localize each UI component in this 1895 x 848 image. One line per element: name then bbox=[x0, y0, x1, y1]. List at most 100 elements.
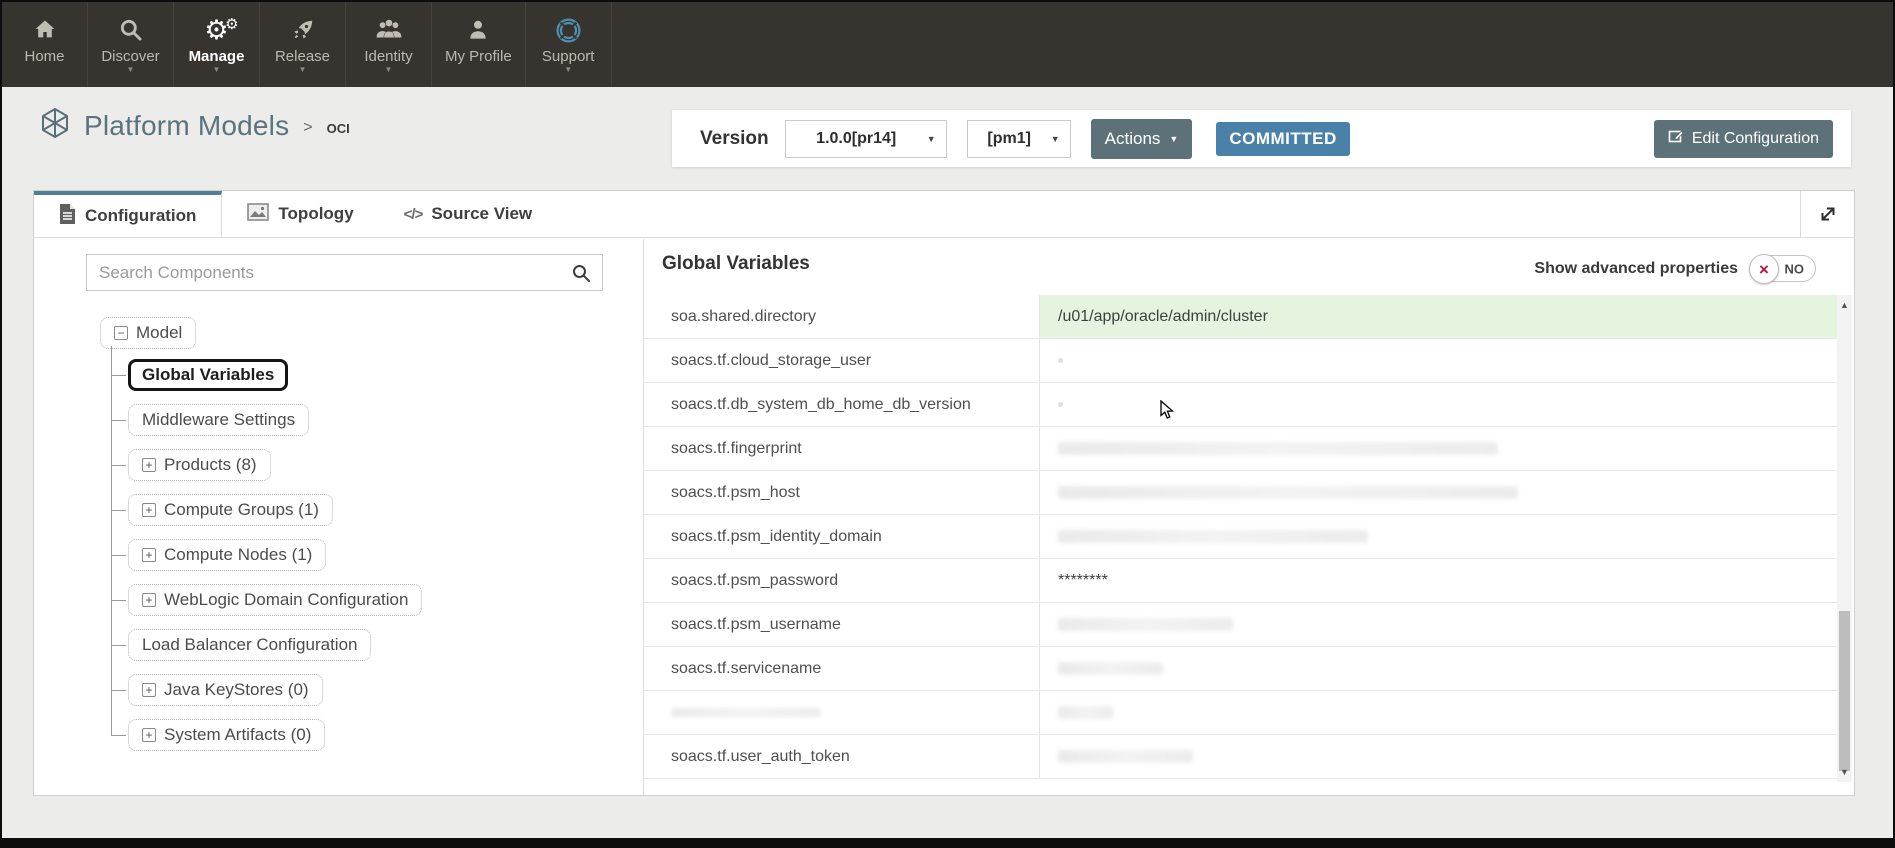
tree-node-middleware-settings[interactable]: Middleware Settings bbox=[128, 404, 309, 436]
global-variables-table: soa.shared.directory /u01/app/oracle/adm… bbox=[644, 295, 1837, 779]
edit-configuration-button[interactable]: Edit Configuration bbox=[1654, 120, 1833, 158]
tab-label: Configuration bbox=[85, 206, 196, 226]
variable-value-cell bbox=[1040, 383, 1837, 426]
tree-item: +System Artifacts (0) bbox=[111, 712, 422, 757]
components-panel: − Model Global Variables Middleware Setti… bbox=[34, 239, 644, 795]
tree-node-label: Products (8) bbox=[164, 455, 257, 475]
nav-item-my-profile[interactable]: My Profile ▼ bbox=[432, 2, 526, 87]
tab-source-view[interactable]: </> Source View bbox=[379, 191, 557, 237]
variable-name: soacs.tf.psm_host bbox=[671, 484, 800, 502]
tree-children: Global Variables Middleware Settings + Prod… bbox=[111, 352, 422, 757]
variable-name-cell: soa.shared.directory bbox=[644, 295, 1040, 338]
chevron-down-icon: ▼ bbox=[299, 66, 307, 76]
advanced-properties-row: Show advanced properties × NO bbox=[1534, 255, 1816, 282]
collapse-icon[interactable]: − bbox=[114, 326, 128, 340]
advanced-properties-label: Show advanced properties bbox=[1534, 260, 1738, 278]
expand-icon[interactable]: + bbox=[142, 593, 156, 607]
tree-node-weblogic-domain-configuration[interactable]: +WebLogic Domain Configuration bbox=[128, 584, 422, 616]
tree-node-label: Global Variables bbox=[142, 365, 274, 385]
breadcrumb: Platform Models > oci bbox=[38, 106, 350, 145]
tab-bar: Configuration Topology</> Source View bbox=[34, 191, 1854, 238]
variable-value-cell bbox=[1040, 471, 1837, 514]
variable-name-cell: soacs.tf.psm_username bbox=[644, 603, 1040, 646]
nav-item-label: Release bbox=[275, 48, 330, 65]
nav-item-manage[interactable]: ⚙⚙ Manage ▼ bbox=[174, 2, 260, 87]
nav-item-label: Manage bbox=[189, 48, 245, 65]
document-icon bbox=[59, 204, 76, 229]
table-row: soacs.tf.fingerprint bbox=[644, 427, 1837, 471]
top-nav: Home ▼ Discover ▼⚙⚙ Manage ▼ Release ▼ I… bbox=[2, 2, 1893, 87]
tree-node-compute-groups-1[interactable]: +Compute Groups (1) bbox=[128, 494, 333, 526]
chevron-down-icon: ▼ bbox=[1169, 134, 1178, 144]
tree-node-load-balancer-configuration[interactable]: Load Balancer Configuration bbox=[128, 629, 371, 661]
variable-value-cell bbox=[1040, 515, 1837, 558]
nav-item-discover[interactable]: Discover ▼ bbox=[88, 2, 174, 87]
tree-item: Global Variables bbox=[111, 352, 422, 397]
variable-name: soacs.tf.servicename bbox=[671, 660, 821, 678]
nav-item-label: My Profile bbox=[445, 48, 512, 65]
redacted-value bbox=[1058, 618, 1233, 631]
scroll-down-icon[interactable]: ▼ bbox=[1837, 764, 1852, 780]
tree-node-label: Model bbox=[136, 323, 182, 343]
status-badge: COMMITTED bbox=[1216, 122, 1349, 156]
image-icon bbox=[247, 203, 269, 226]
tab-topology[interactable]: Topology bbox=[222, 191, 378, 237]
variable-name-cell: soacs.tf.fingerprint bbox=[644, 427, 1040, 470]
variable-name-cell bbox=[644, 691, 1040, 734]
breadcrumb-separator: > bbox=[303, 119, 312, 137]
version-select[interactable]: 1.0.0[pr14] ▼ bbox=[785, 120, 947, 158]
chevron-down-icon: ▼ bbox=[1051, 134, 1060, 144]
variable-value-cell: /u01/app/oracle/admin/cluster bbox=[1040, 295, 1837, 338]
window-bottom-bar bbox=[0, 838, 1895, 848]
nav-item-release[interactable]: Release ▼ bbox=[260, 2, 346, 87]
advanced-properties-toggle[interactable]: × NO bbox=[1750, 255, 1816, 282]
table-scrollbar[interactable]: ▲ ▼ bbox=[1837, 295, 1852, 782]
expand-icon[interactable]: + bbox=[142, 503, 156, 517]
tab-label: Source View bbox=[431, 204, 532, 224]
tree-item: +Java KeyStores (0) bbox=[111, 667, 422, 712]
instance-select[interactable]: [pm1] ▼ bbox=[967, 120, 1071, 158]
nav-item-label: Support bbox=[542, 48, 595, 65]
chevron-down-icon: ▼ bbox=[385, 66, 393, 76]
variable-name-cell: soacs.tf.user_auth_token bbox=[644, 735, 1040, 778]
actions-button[interactable]: Actions ▼ bbox=[1091, 119, 1193, 159]
variable-value-cell bbox=[1040, 647, 1837, 690]
search-icon[interactable] bbox=[560, 255, 602, 290]
table-row bbox=[644, 691, 1837, 735]
variable-name: soacs.tf.user_auth_token bbox=[671, 748, 850, 766]
tree-node-compute-nodes-1[interactable]: +Compute Nodes (1) bbox=[128, 539, 326, 571]
card-content: − Model Global Variables Middleware Setti… bbox=[34, 239, 1854, 795]
chevron-down-icon: ▼ bbox=[564, 66, 572, 76]
tree-node-system-artifacts-0[interactable]: +System Artifacts (0) bbox=[128, 719, 325, 751]
tree-node-global-variables[interactable]: Global Variables bbox=[128, 359, 288, 391]
people-icon bbox=[374, 14, 404, 46]
toggle-knob: × bbox=[1749, 254, 1779, 284]
code-icon: </> bbox=[404, 204, 423, 224]
expand-icon[interactable]: + bbox=[142, 548, 156, 562]
tree-item: + Products (8) bbox=[111, 442, 422, 487]
tree-node-model[interactable]: − Model bbox=[100, 317, 196, 349]
tree-node-products-8[interactable]: + Products (8) bbox=[128, 449, 271, 481]
tree-item: +Compute Nodes (1) bbox=[111, 532, 422, 577]
nav-item-home[interactable]: Home ▼ bbox=[2, 2, 88, 87]
expand-icon[interactable]: + bbox=[142, 683, 156, 697]
tab-configuration[interactable]: Configuration bbox=[34, 191, 222, 237]
nav-item-identity[interactable]: Identity ▼ bbox=[346, 2, 432, 87]
expand-icon[interactable]: + bbox=[142, 458, 156, 472]
variable-name-cell: soacs.tf.cloud_storage_user bbox=[644, 339, 1040, 382]
table-row: soacs.tf.cloud_storage_user bbox=[644, 339, 1837, 383]
expand-icon[interactable]: + bbox=[142, 728, 156, 742]
scrollbar-thumb[interactable] bbox=[1839, 611, 1850, 771]
nav-item-support[interactable]: Support ▼ bbox=[526, 2, 612, 87]
expand-panel-button[interactable] bbox=[1800, 191, 1854, 237]
scroll-up-icon[interactable]: ▲ bbox=[1837, 297, 1852, 313]
lifebuoy-icon bbox=[555, 14, 582, 46]
tree-item: +Compute Groups (1) bbox=[111, 487, 422, 532]
variable-value-cell bbox=[1040, 427, 1837, 470]
variable-name: soacs.tf.psm_identity_domain bbox=[671, 528, 882, 546]
search-input[interactable] bbox=[87, 263, 560, 283]
redacted-name bbox=[671, 708, 821, 717]
variable-name-cell: soacs.tf.db_system_db_home_db_version bbox=[644, 383, 1040, 426]
tree-node-java-keystores-0[interactable]: +Java KeyStores (0) bbox=[128, 674, 323, 706]
edit-configuration-label: Edit Configuration bbox=[1692, 130, 1819, 148]
